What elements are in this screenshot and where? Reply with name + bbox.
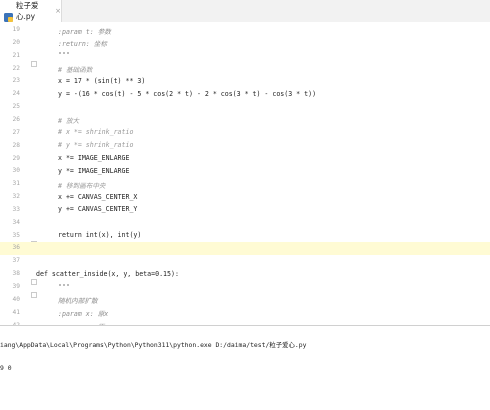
code-line[interactable]: 39 """: [0, 281, 490, 298]
line-number: 25: [12, 103, 20, 111]
line-number: 20: [12, 38, 20, 46]
code-line[interactable]: 30 y *= IMAGE_ENLARGE: [0, 165, 490, 178]
code-line[interactable]: 22 # 基础函数: [0, 63, 490, 76]
code-line[interactable]: 25: [0, 101, 490, 114]
code-line[interactable]: 37: [0, 255, 490, 268]
code-line[interactable]: 40 随机内部扩散: [0, 294, 490, 307]
line-number: 30: [12, 167, 20, 175]
line-number: 29: [12, 154, 20, 162]
line-number: 27: [12, 128, 20, 136]
line-number: 32: [12, 193, 20, 201]
run-console[interactable]: iang\AppData\Local\Programs\Python\Pytho…: [0, 326, 490, 410]
code-line[interactable]: 38 def scatter_inside(x, y, beta=0.15):: [0, 268, 490, 285]
python-file-icon: [4, 7, 13, 22]
line-number: 28: [12, 141, 20, 149]
code-line[interactable]: 33 y += CANVAS_CENTER_Y: [0, 204, 490, 217]
code-text: """: [58, 282, 70, 291]
line-number: 40: [12, 295, 20, 303]
fold-marker-icon[interactable]: [31, 232, 37, 247]
close-icon[interactable]: ×: [55, 7, 61, 15]
code-text: x *= IMAGE_ENLARGE: [58, 154, 130, 162]
code-line[interactable]: 23 x = 17 * (sin(t) ** 3): [0, 75, 490, 88]
code-text: def scatter_inside(x, y, beta=0.15):: [36, 269, 179, 278]
line-number: 39: [12, 283, 20, 290]
line-number: 34: [12, 218, 20, 226]
code-line[interactable]: 26 # 放大: [0, 114, 490, 127]
code-text: x += CANVAS_CENTER_X: [58, 192, 138, 201]
code-text: return int(x), int(y): [58, 231, 142, 240]
code-line[interactable]: 32 x += CANVAS_CENTER_X: [0, 191, 490, 204]
code-line[interactable]: 41 :param x: 原x: [0, 307, 490, 320]
line-number: 26: [12, 115, 20, 123]
code-text: :param x: 原x: [58, 310, 109, 319]
code-text: :return: 坐标: [58, 40, 107, 49]
line-number: 37: [12, 257, 20, 265]
code-line[interactable]: 21 """: [0, 50, 490, 67]
line-number: 24: [12, 90, 20, 98]
line-number: 19: [12, 26, 20, 33]
code-editor[interactable]: 19 :param t: 参数 20 :return: 坐标 21 """ 22 # 基础函数…: [0, 22, 490, 344]
code-text: y += CANVAS_CENTER_Y: [58, 205, 138, 214]
line-number: 36: [12, 244, 20, 252]
code-line[interactable]: 20 :return: 坐标: [0, 37, 490, 50]
line-number: 41: [12, 308, 20, 316]
line-number: 33: [12, 205, 20, 213]
tab-file[interactable]: 粒子爱心.py ×: [0, 0, 62, 22]
code-text: # 放大: [58, 117, 80, 126]
code-text: y = -(16 * cos(t) - 5 * cos(2 * t) - 2 *…: [58, 89, 317, 98]
code-text: # y *= shrink_ratio: [58, 141, 134, 150]
code-text: # 基础函数: [58, 66, 93, 75]
run-command-text: iang\AppData\Local\Programs\Python\Pytho…: [0, 341, 307, 349]
code-text: # 移到画布中央: [58, 181, 106, 190]
fold-marker-icon[interactable]: [31, 283, 37, 298]
line-number: 38: [12, 270, 20, 278]
line-number: 21: [12, 51, 20, 59]
line-number: 22: [12, 64, 20, 72]
line-number: 35: [12, 231, 20, 239]
code-line[interactable]: 27 # x *= shrink_ratio: [0, 127, 490, 140]
tab-filename: 粒子爱心.py: [16, 1, 39, 21]
code-line[interactable]: 24 y = -(16 * cos(t) - 5 * cos(2 * t) - 2…: [0, 88, 490, 101]
code-line[interactable]: 28 # y *= shrink_ratio: [0, 140, 490, 153]
line-number: 23: [12, 77, 20, 85]
code-text: y *= IMAGE_ENLARGE: [58, 166, 130, 175]
run-output-text: 9 0: [0, 364, 12, 372]
code-line[interactable]: 35 return int(x), int(y): [0, 230, 490, 247]
code-text: :param t: 参数: [58, 27, 111, 36]
code-text: x = 17 * (sin(t) ** 3): [58, 76, 146, 85]
line-number: 31: [12, 180, 20, 188]
fold-marker-icon[interactable]: [31, 52, 37, 67]
code-line[interactable]: 29 x *= IMAGE_ENLARGE: [0, 153, 490, 166]
code-line[interactable]: 19 :param t: 参数: [0, 24, 490, 37]
code-line[interactable]: 34: [0, 217, 490, 230]
code-text: """: [58, 51, 70, 60]
code-line[interactable]: 36: [0, 242, 490, 256]
code-text: 随机内部扩散: [58, 297, 98, 306]
code-line[interactable]: 31 # 移到画布中央: [0, 178, 490, 191]
editor-tab-bar: 粒子爱心.py ×: [0, 0, 490, 23]
code-text: # x *= shrink_ratio: [58, 128, 134, 137]
